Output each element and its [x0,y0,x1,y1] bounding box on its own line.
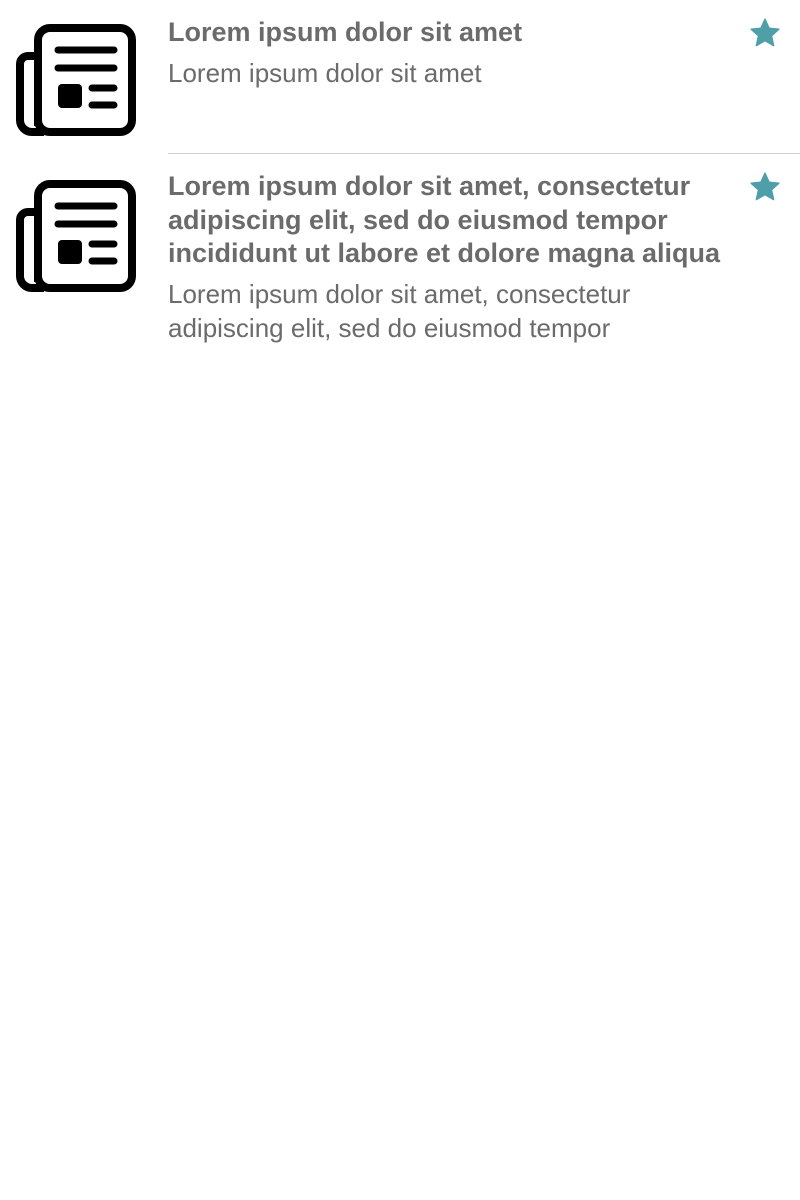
item-subtitle: Lorem ipsum dolor sit amet, consectetur … [168,278,631,343]
item-text: Lorem ipsum dolor sit amet Lorem ipsum d… [168,16,728,90]
list-item[interactable]: Lorem ipsum dolor sit amet, consectetur … [0,154,800,364]
list-item[interactable]: Lorem ipsum dolor sit amet Lorem ipsum d… [0,0,800,154]
item-title: Lorem ipsum dolor sit amet [168,17,523,47]
item-text: Lorem ipsum dolor sit amet, consectetur … [168,170,728,345]
newspaper-icon [14,178,138,294]
star-icon[interactable] [748,16,782,50]
item-subtitle: Lorem ipsum dolor sit amet [168,57,482,88]
star-icon[interactable] [748,170,782,204]
article-list: Lorem ipsum dolor sit amet Lorem ipsum d… [0,0,800,364]
newspaper-icon [14,22,138,138]
item-title: Lorem ipsum dolor sit amet, consectetur … [168,171,721,268]
